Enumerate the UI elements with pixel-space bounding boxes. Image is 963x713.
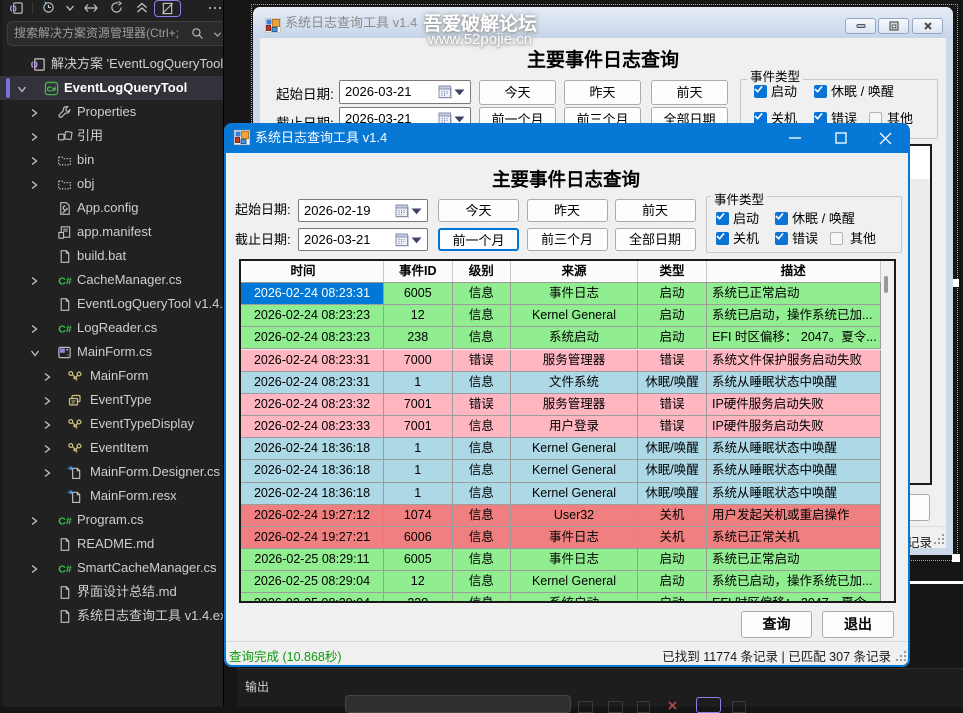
- svg-text:C#: C#: [58, 324, 72, 336]
- svg-text:C#: C#: [47, 84, 57, 93]
- svg-text:C#: C#: [58, 564, 72, 576]
- svg-text:C#: C#: [58, 276, 72, 288]
- svg-text:C#: C#: [58, 516, 72, 528]
